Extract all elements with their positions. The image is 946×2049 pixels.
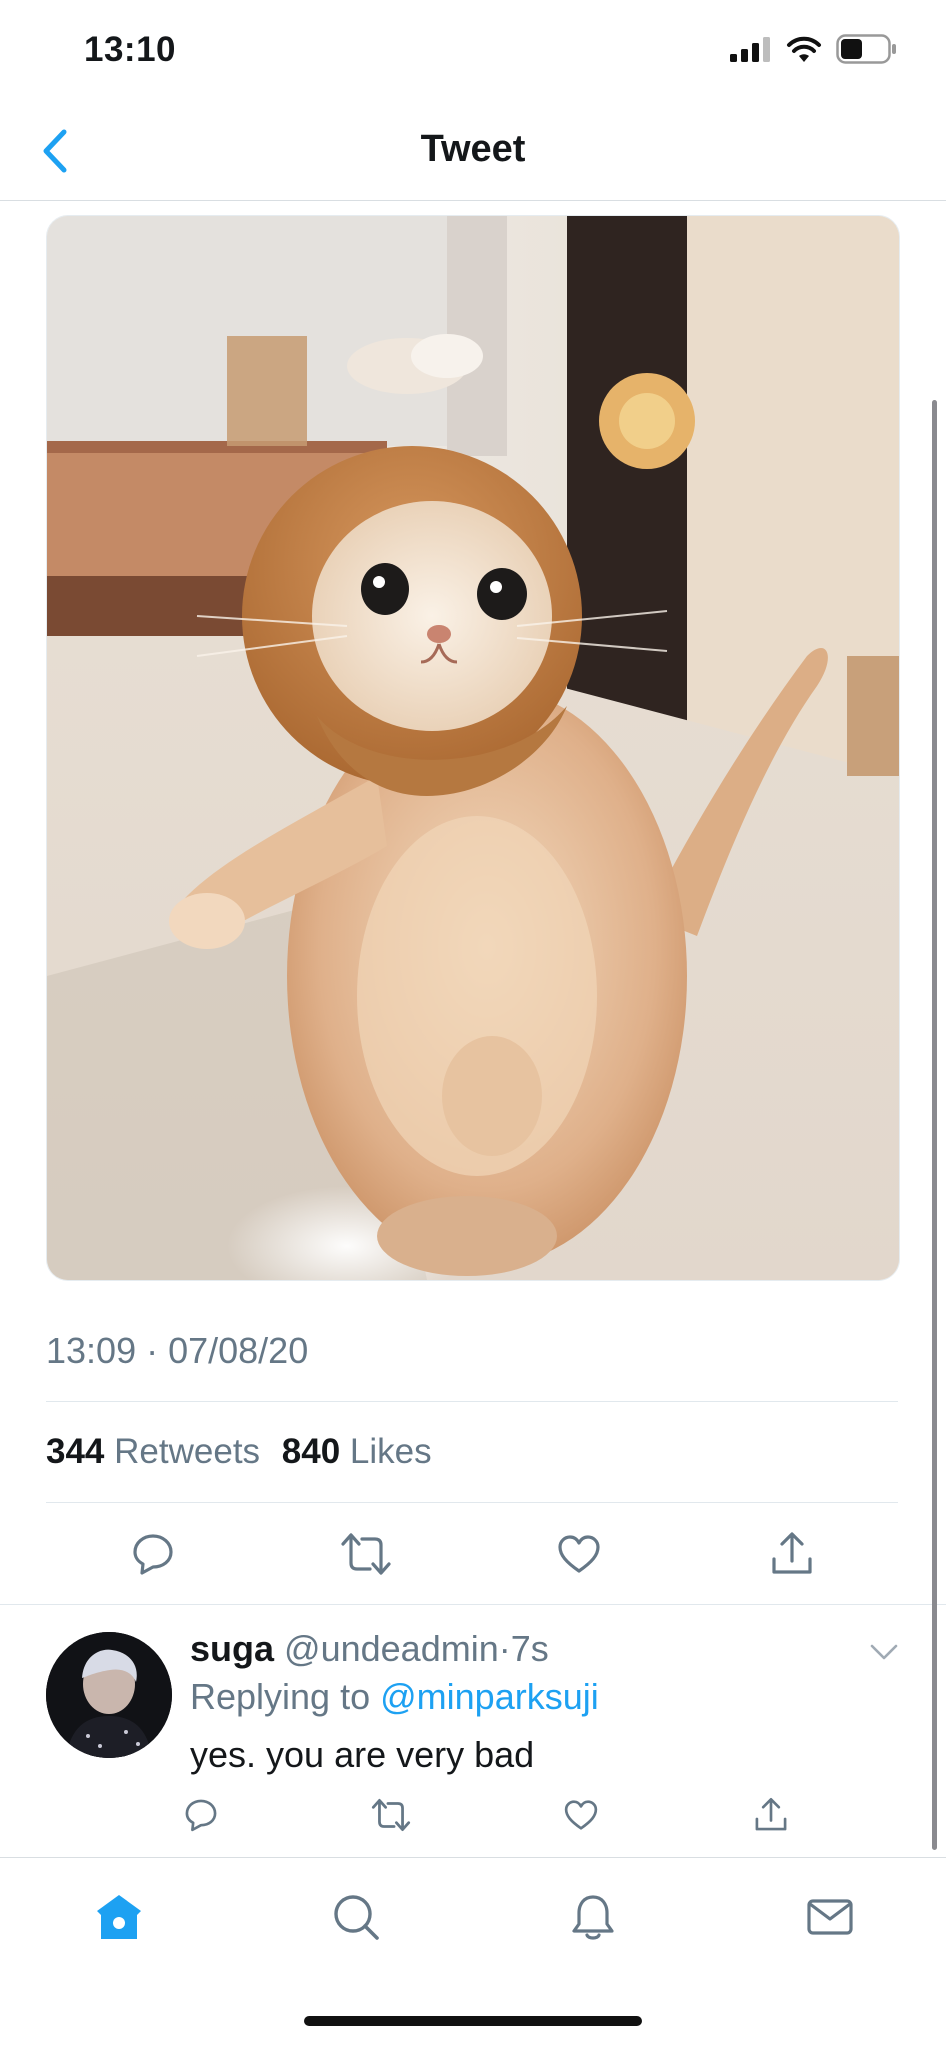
notifications-icon [572, 1895, 614, 1940]
cellular-signal-icon [730, 37, 770, 62]
avatar[interactable] [46, 1632, 172, 1758]
reply-button[interactable] [121, 1522, 185, 1586]
replying-to: Replying to @minparksuji [190, 1676, 599, 1718]
share-icon [771, 1532, 812, 1574]
like-icon [564, 1800, 598, 1830]
battery-icon [836, 34, 896, 64]
reply-separator: · [498, 1628, 511, 1669]
status-icons [730, 34, 898, 64]
like-button[interactable] [547, 1522, 611, 1586]
reply-share-button[interactable] [746, 1790, 796, 1840]
tweet-timestamp: 13:09 · 07/08/20 [46, 1330, 309, 1371]
replying-to-label: Replying to [190, 1676, 371, 1717]
cat-in-bear-hat-photo [47, 216, 899, 1280]
reply-like-button[interactable] [556, 1790, 606, 1840]
like-icon [557, 1535, 600, 1573]
user-avatar-photo [46, 1632, 172, 1758]
reply-icon [185, 1799, 217, 1832]
tab-search[interactable] [321, 1882, 391, 1952]
home-icon [97, 1895, 141, 1939]
divider [0, 1604, 946, 1605]
likes-label[interactable]: Likes [350, 1432, 432, 1471]
retweet-button[interactable] [334, 1522, 398, 1586]
retweet-icon [340, 1533, 391, 1575]
tweet-stats: 344 Retweets 840 Likes [46, 1432, 444, 1472]
tweet-photo[interactable] [46, 215, 900, 1281]
retweets-label[interactable]: Retweets [114, 1432, 260, 1471]
scrollbar[interactable] [932, 400, 937, 1850]
chevron-down-icon [870, 1644, 898, 1660]
tweet-actions [46, 1522, 898, 1586]
reply-time: 7s [510, 1628, 549, 1669]
reply-options-button[interactable] [868, 1636, 900, 1668]
tab-notifications[interactable] [558, 1882, 628, 1952]
reply-icon [132, 1534, 173, 1575]
share-icon [755, 1798, 787, 1831]
home-indicator[interactable] [304, 2016, 642, 2026]
replying-to-mention[interactable]: @minparksuji [380, 1676, 599, 1717]
tab-messages[interactable] [795, 1882, 865, 1952]
reply-retweet-button[interactable] [366, 1790, 416, 1840]
search-icon [334, 1895, 379, 1940]
tab-home[interactable] [84, 1882, 154, 1952]
reply-author-name[interactable]: suga [190, 1628, 274, 1669]
reply-actions [176, 1790, 796, 1840]
reply-text: yes. you are very bad [190, 1734, 535, 1775]
divider [46, 1502, 898, 1503]
reply-author-handle[interactable]: @undeadmin [284, 1628, 499, 1669]
retweets-count[interactable]: 344 [46, 1432, 104, 1471]
reply-header: suga @undeadmin·7s [190, 1628, 549, 1670]
retweet-icon [371, 1799, 411, 1832]
page-title: Tweet [420, 128, 526, 170]
divider [46, 1401, 898, 1402]
likes-count[interactable]: 840 [282, 1432, 340, 1471]
wifi-icon [787, 36, 821, 62]
share-button[interactable] [760, 1522, 824, 1586]
status-time: 13:10 [84, 30, 177, 69]
reply-reply-button[interactable] [176, 1790, 226, 1840]
messages-icon [807, 1899, 853, 1935]
